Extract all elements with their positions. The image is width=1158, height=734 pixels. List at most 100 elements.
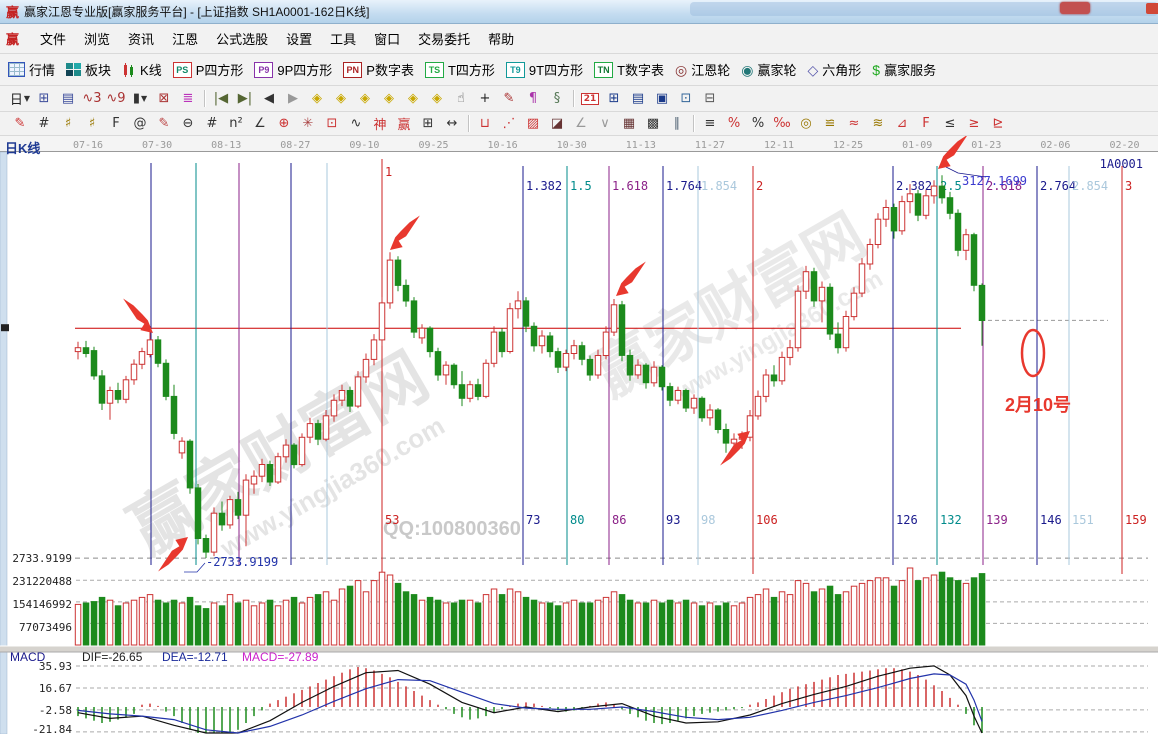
fibonacci-icon[interactable]: F	[105, 114, 127, 133]
diamond-zoomin-icon[interactable]: ◈	[330, 89, 352, 108]
snapshot-icon[interactable]: ⊡	[675, 89, 697, 108]
kline-button[interactable]: K线	[122, 60, 162, 79]
comb-grid-icon[interactable]: #	[33, 114, 55, 133]
memo-icon[interactable]: ▤	[627, 89, 649, 108]
grid-123-icon[interactable]: ⊞	[417, 114, 439, 133]
candle-style-selector[interactable]: ▮▼	[129, 89, 151, 108]
color-ladder-icon[interactable]: ≣	[177, 89, 199, 108]
menu-item-1[interactable]: 文件	[31, 29, 75, 50]
n-square-icon[interactable]: n²	[225, 114, 247, 133]
diamond-zoomout-icon[interactable]: ◈	[306, 89, 328, 108]
toolbar-separator	[468, 115, 469, 132]
angle-icon[interactable]: ∠	[249, 114, 271, 133]
comb-grid2-icon[interactable]: #	[201, 114, 223, 133]
close-icon[interactable]	[1146, 3, 1158, 14]
9t-square-icon: T9	[506, 62, 525, 78]
pen2-icon[interactable]: ✎	[153, 114, 175, 133]
diamond-left-icon[interactable]: ◈	[354, 89, 376, 108]
save-icon[interactable]: ▣	[651, 89, 673, 108]
menu-item-3[interactable]: 资讯	[119, 29, 163, 50]
menu-item-6[interactable]: 设置	[277, 29, 321, 50]
trend-angle-icon[interactable]: ∠	[570, 114, 592, 133]
gann-wheel-button[interactable]: ◎江恩轮	[675, 60, 730, 79]
calculator-icon[interactable]: ⊞	[603, 89, 625, 108]
p-number-table-button[interactable]: PNP数字表	[343, 60, 414, 79]
diamond-right-icon[interactable]: ◈	[378, 89, 400, 108]
rays-icon[interactable]: ⋰	[498, 114, 520, 133]
hexagon-button[interactable]: ◇六角形	[808, 60, 862, 79]
diamond-center-icon[interactable]: ◈	[402, 89, 424, 108]
spiral-icon[interactable]: @	[129, 114, 151, 133]
menu-item-2[interactable]: 浏览	[75, 29, 119, 50]
gte-icon[interactable]: ≥	[963, 114, 985, 133]
gann-gold2-icon[interactable]: ♯	[81, 114, 103, 133]
sectors-button[interactable]: 板块	[66, 60, 111, 79]
starburst-icon[interactable]: ✳	[297, 114, 319, 133]
menu-item-4[interactable]: 江恩	[163, 29, 207, 50]
lte-icon[interactable]: ≤	[939, 114, 961, 133]
grid-box-icon[interactable]: ⊡	[321, 114, 343, 133]
gann-gold-icon[interactable]: ♯	[57, 114, 79, 133]
info-list-icon[interactable]: ▤	[57, 89, 79, 108]
menu-item-8[interactable]: 窗口	[365, 29, 409, 50]
grid-fill-icon[interactable]: ▦	[618, 114, 640, 133]
f-red-icon[interactable]: F	[915, 114, 937, 133]
svg-text:53: 53	[385, 513, 399, 527]
first-bar-icon[interactable]: |◀	[210, 89, 232, 108]
compass-icon[interactable]: ⊖	[177, 114, 199, 133]
9t-square-button[interactable]: T99T四方形	[506, 60, 583, 79]
wave-3-icon[interactable]: ∿3	[81, 89, 103, 108]
winner-tool-icon[interactable]: 赢	[393, 114, 415, 133]
percent-red-icon[interactable]: %	[723, 114, 745, 133]
winner-wheel-button[interactable]: ◉赢家轮	[741, 60, 796, 79]
tri-icon[interactable]: ⊵	[987, 114, 1009, 133]
measure-icon[interactable]: ≡	[699, 114, 721, 133]
t-square-button[interactable]: TST四方形	[425, 60, 495, 79]
9p-square-button[interactable]: P99P四方形	[254, 60, 332, 79]
gold-circle-icon[interactable]: ◎	[795, 114, 817, 133]
grid-fill2-icon[interactable]: ▩	[642, 114, 664, 133]
last-bar-icon[interactable]: ▶|	[234, 89, 256, 108]
period-selector[interactable]: 日▼	[9, 89, 31, 108]
percent-icon[interactable]: %	[747, 114, 769, 133]
kline-chart-canvas[interactable]: 07-1607-3008-1308-2709-1009-2510-1610-30…	[0, 136, 1158, 734]
menu-item-5[interactable]: 公式选股	[207, 29, 277, 50]
circle-cross-icon[interactable]: ⊕	[273, 114, 295, 133]
menu-item-9[interactable]: 交易委托	[409, 29, 479, 50]
gann-square-icon[interactable]: ⊠	[153, 89, 175, 108]
print-icon[interactable]: ⊟	[699, 89, 721, 108]
quotes-button[interactable]: 行情	[8, 60, 55, 79]
shade-icon[interactable]: ◪	[546, 114, 568, 133]
rect-tool-icon[interactable]: ⊔	[474, 114, 496, 133]
angle-red-icon[interactable]: ⊿	[891, 114, 913, 133]
winner-service-button[interactable]: $赢家服务	[872, 60, 936, 79]
crosshair-icon[interactable]: +	[474, 89, 496, 108]
parallel-lines-icon[interactable]: ∥	[666, 114, 688, 133]
permille-icon[interactable]: ‰	[771, 114, 793, 133]
width-measure-icon[interactable]: ↔	[441, 114, 463, 133]
window-layout-icon[interactable]: ⊞	[33, 89, 55, 108]
smart-select-icon[interactable]: §	[546, 89, 568, 108]
calendar-icon[interactable]: 21	[579, 89, 601, 108]
gold-wave-icon[interactable]: ≋	[867, 114, 889, 133]
zigzag-icon[interactable]: ∨	[594, 114, 616, 133]
wave-red-icon[interactable]: ≈	[843, 114, 865, 133]
prev-bar-icon[interactable]: ◀	[258, 89, 280, 108]
pen-icon[interactable]: ✎	[9, 114, 31, 133]
menu-item-7[interactable]: 工具	[321, 29, 365, 50]
next-bar-icon[interactable]: ▶	[282, 89, 304, 108]
sector-blocks-icon	[66, 63, 81, 76]
title-bar[interactable]: 赢 赢家江恩专业版[赢家服务平台] - [上证指数 SH1A0001-162日K…	[0, 0, 1158, 24]
trendline-icon[interactable]: ✎	[498, 89, 520, 108]
diamond-all-icon[interactable]: ◈	[426, 89, 448, 108]
hatch-icon[interactable]: ▨	[522, 114, 544, 133]
pan-hand-icon[interactable]: ☝	[450, 89, 472, 108]
menu-item-10[interactable]: 帮助	[479, 29, 523, 50]
p-square-button[interactable]: PSP四方形	[173, 60, 244, 79]
t-number-table-button[interactable]: TNT数字表	[594, 60, 664, 79]
gann-shape-icon[interactable]: ¶	[522, 89, 544, 108]
wave-tool-icon[interactable]: ∿	[345, 114, 367, 133]
gold-line-icon[interactable]: ≌	[819, 114, 841, 133]
gann-fan-icon[interactable]: 神	[369, 114, 391, 133]
wave-9-icon[interactable]: ∿9	[105, 89, 127, 108]
